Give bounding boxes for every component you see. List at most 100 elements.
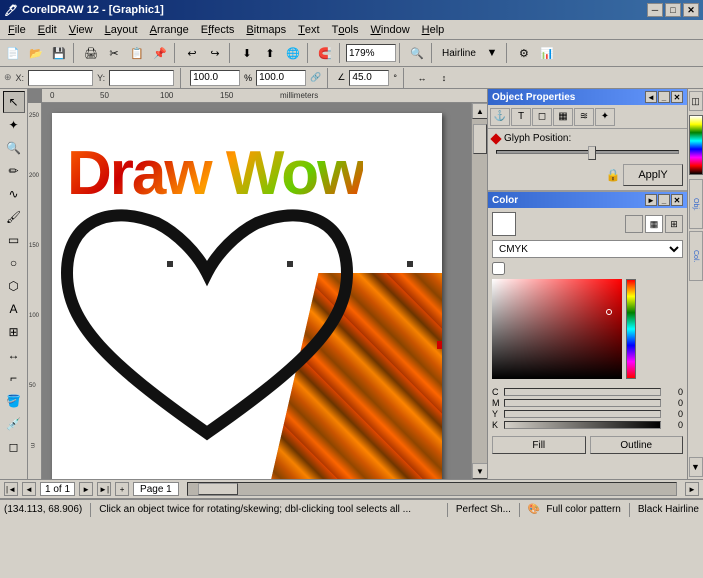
menu-arrange[interactable]: Arrange xyxy=(144,20,195,39)
fr-btn-obj[interactable]: Obj. xyxy=(689,179,703,229)
vscroll-up[interactable]: ▲ xyxy=(472,103,487,119)
k-bar[interactable] xyxy=(504,421,661,429)
panel-tb-anchor[interactable]: ⚓ xyxy=(490,108,510,126)
polygon-tool[interactable]: ⬡ xyxy=(3,275,25,297)
hscroll-thumb[interactable] xyxy=(198,483,238,495)
swatch-btn-3[interactable]: ⊞ xyxy=(665,215,683,233)
fr-btn-1[interactable]: ◫ xyxy=(689,91,703,111)
x-input[interactable]: 137.393 mm xyxy=(28,70,93,86)
open-button[interactable]: 📂 xyxy=(25,42,47,64)
ellipse-tool[interactable]: ○ xyxy=(3,252,25,274)
min-button[interactable]: ─ xyxy=(647,3,663,17)
export-button[interactable]: ⬆ xyxy=(259,42,281,64)
menu-file[interactable]: File xyxy=(2,20,32,39)
outline-button[interactable]: Outline xyxy=(590,436,684,454)
handle-top-left[interactable] xyxy=(167,261,173,267)
fill-tool[interactable]: 🪣 xyxy=(3,390,25,412)
canvas-content[interactable]: Draw Wow × xyxy=(42,103,471,479)
snap-button[interactable]: 🧲 xyxy=(314,42,336,64)
angle-input[interactable] xyxy=(349,70,389,86)
select-tool[interactable]: ↖ xyxy=(3,91,25,113)
apply-button[interactable]: ApplY xyxy=(623,164,683,186)
vscroll-down[interactable]: ▼ xyxy=(472,463,487,479)
fill-color-preview[interactable] xyxy=(492,212,516,236)
artistic-tool[interactable]: 🖌 xyxy=(3,206,25,228)
y-bar[interactable] xyxy=(504,410,661,418)
cut-button[interactable]: ✂ xyxy=(103,42,125,64)
color-panel-close[interactable]: ✕ xyxy=(671,194,683,206)
import-button[interactable]: ⬇ xyxy=(236,42,258,64)
dimension-tool[interactable]: ↔ xyxy=(3,344,25,366)
hscroll-track[interactable] xyxy=(187,482,677,496)
table-tool[interactable]: ⊞ xyxy=(3,321,25,343)
handle-right[interactable] xyxy=(407,261,413,267)
rect-tool[interactable]: ▭ xyxy=(3,229,25,251)
glyph-slider-thumb[interactable] xyxy=(588,146,596,160)
save-button[interactable]: 💾 xyxy=(48,42,70,64)
next-page-btn[interactable]: ► xyxy=(79,482,93,496)
paste-button[interactable]: 📌 xyxy=(149,42,171,64)
panel-arrow-btn[interactable]: ◄ xyxy=(645,91,657,103)
panel-tb-text[interactable]: T xyxy=(511,108,531,126)
connector-tool[interactable]: ⌐ xyxy=(3,367,25,389)
c-bar[interactable] xyxy=(504,388,661,396)
lineweight-dropdown[interactable]: ▼ xyxy=(481,42,503,64)
color-panel-arrow[interactable]: ► xyxy=(645,194,657,206)
panel-tb-shape[interactable]: ◻ xyxy=(532,108,552,126)
redo-button[interactable]: ↪ xyxy=(204,42,226,64)
btn-extra1[interactable]: ⚙ xyxy=(513,42,535,64)
max-button[interactable]: □ xyxy=(665,3,681,17)
zoom-input[interactable] xyxy=(346,44,396,62)
canvas-area[interactable]: 0 50 100 150 millimeters 250 200 150 100… xyxy=(28,89,487,479)
fill-button[interactable]: Fill xyxy=(492,436,586,454)
color-picker-gradient[interactable] xyxy=(492,279,622,379)
zoom-in-button[interactable]: 🔍 xyxy=(406,42,428,64)
menu-layout[interactable]: Layout xyxy=(99,20,144,39)
fr-btn-col[interactable]: Col. xyxy=(689,231,703,281)
first-page-btn[interactable]: |◄ xyxy=(4,482,18,496)
mirror-h-button[interactable]: ↔ xyxy=(413,69,431,87)
width-input[interactable] xyxy=(190,70,240,86)
hscroll-right[interactable]: ► xyxy=(685,482,699,496)
hue-bar[interactable] xyxy=(626,279,636,379)
swatch-btn-2[interactable]: ▦ xyxy=(645,215,663,233)
heart-shape[interactable] xyxy=(57,183,357,473)
bezier-tool[interactable]: ∿ xyxy=(3,183,25,205)
fr-scroll-down[interactable]: ▼ xyxy=(689,457,703,477)
btn-extra2[interactable]: 📊 xyxy=(536,42,558,64)
color-mode-select[interactable]: CMYK RGB HSB xyxy=(492,240,683,258)
mirror-v-button[interactable]: ↕ xyxy=(435,69,453,87)
publish-button[interactable]: 🌐 xyxy=(282,42,304,64)
menu-help[interactable]: Help xyxy=(416,20,451,39)
zoom-tool[interactable]: 🔍 xyxy=(3,137,25,159)
vscroll-thumb[interactable] xyxy=(473,124,487,154)
swatch-btn-1[interactable] xyxy=(625,215,643,233)
height-input[interactable] xyxy=(256,70,306,86)
eyedropper-tool[interactable]: 💉 xyxy=(3,413,25,435)
node-tool[interactable]: ✦ xyxy=(3,114,25,136)
lock-icon[interactable]: 🔒 xyxy=(603,165,623,185)
no-color-checkbox[interactable] xyxy=(492,262,505,275)
color-palette-strip[interactable] xyxy=(689,115,703,175)
prev-page-btn[interactable]: ◄ xyxy=(22,482,36,496)
panel-close-btn[interactable]: ✕ xyxy=(671,91,683,103)
vscroll-track[interactable] xyxy=(472,119,487,463)
handle-red-corner[interactable] xyxy=(437,341,442,349)
close-button[interactable]: ✕ xyxy=(683,3,699,17)
menu-text[interactable]: Text xyxy=(292,20,325,39)
new-button[interactable]: 📄 xyxy=(2,42,24,64)
menu-view[interactable]: View xyxy=(63,20,99,39)
panel-tb-texture[interactable]: ≋ xyxy=(574,108,594,126)
glyph-slider-track[interactable] xyxy=(496,150,679,154)
outline-tool[interactable]: ◻ xyxy=(3,436,25,458)
freehand-tool[interactable]: ✏ xyxy=(3,160,25,182)
handle-top-center[interactable] xyxy=(287,261,293,267)
text-tool[interactable]: A xyxy=(3,298,25,320)
menu-tools[interactable]: Tools xyxy=(326,20,365,39)
panel-tb-pattern[interactable]: ✦ xyxy=(595,108,615,126)
add-page-btn[interactable]: + xyxy=(115,482,129,496)
menu-bitmaps[interactable]: Bitmaps xyxy=(240,20,292,39)
menu-effects[interactable]: Effects xyxy=(195,20,241,39)
print-button[interactable]: 🖨 xyxy=(80,42,102,64)
menu-edit[interactable]: Edit xyxy=(32,20,63,39)
